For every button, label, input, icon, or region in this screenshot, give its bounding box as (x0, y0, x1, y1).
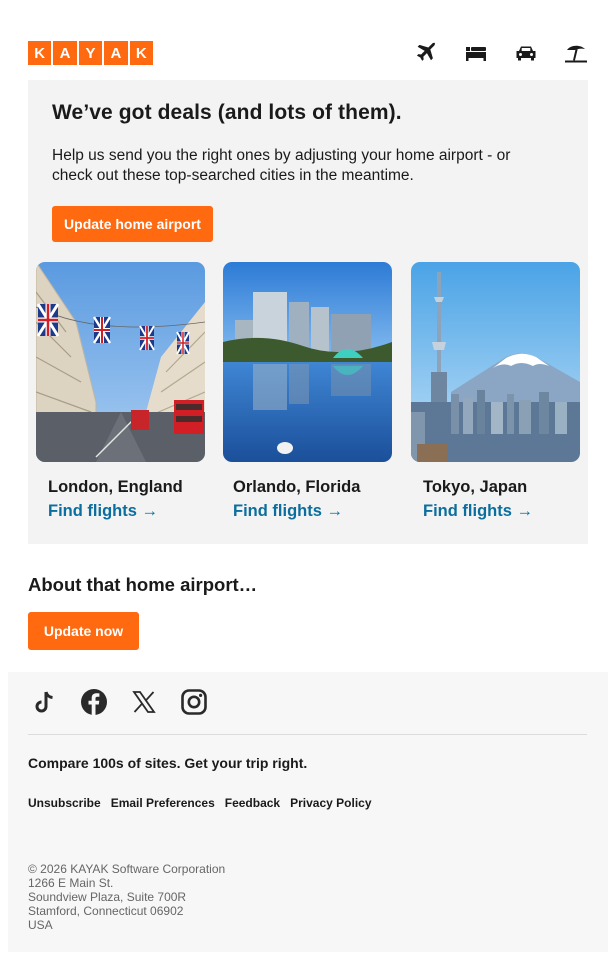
footer-divider (28, 734, 587, 735)
footer-links: Unsubscribe Email Preferences Feedback P… (28, 796, 372, 810)
find-flights-link[interactable]: Find flights → (423, 502, 533, 521)
find-flights-link[interactable]: Find flights → (233, 502, 343, 521)
cars-icon[interactable] (514, 41, 538, 65)
email-header: K A Y A K (28, 41, 588, 65)
tiktok-icon[interactable] (30, 688, 58, 716)
city-name: London, England (48, 478, 183, 496)
tokyo-photo[interactable] (411, 262, 580, 462)
logo-letter: Y (78, 41, 103, 65)
city-card-orlando[interactable]: Orlando, Florida Find flights → (223, 262, 392, 520)
city-name: Tokyo, Japan (423, 478, 528, 496)
flights-icon[interactable] (414, 41, 438, 65)
company-address: © 2026 KAYAK Software Corporation 1266 E… (28, 862, 225, 932)
logo-letter: A (53, 41, 77, 65)
deals-card: We’ve got deals (and lots of them). Help… (28, 80, 588, 544)
kayak-logo[interactable]: K A Y A K (28, 41, 153, 65)
city-card-london[interactable]: London, England Find flights → (36, 262, 205, 520)
unsubscribe-link[interactable]: Unsubscribe (28, 796, 101, 810)
nav-icons (414, 41, 588, 65)
orlando-photo[interactable] (223, 262, 392, 462)
facebook-icon[interactable] (80, 688, 108, 716)
city-card-tokyo[interactable]: Tokyo, Japan Find flights → (411, 262, 580, 520)
update-now-button[interactable]: Update now (28, 612, 139, 650)
footer-tagline: Compare 100s of sites. Get your trip rig… (28, 755, 308, 771)
deals-lead-text: Help us send you the right ones by adjus… (52, 147, 511, 184)
address-line: 1266 E Main St. (28, 876, 114, 890)
vacation-icon[interactable] (564, 41, 588, 65)
privacy-policy-link[interactable]: Privacy Policy (290, 796, 371, 810)
city-name: Orlando, Florida (233, 478, 361, 496)
email-preferences-link[interactable]: Email Preferences (111, 796, 215, 810)
logo-letter: K (28, 41, 52, 65)
find-flights-link[interactable]: Find flights → (48, 502, 158, 521)
feedback-link[interactable]: Feedback (225, 796, 280, 810)
address-line: USA (28, 918, 53, 932)
logo-letter: A (104, 41, 128, 65)
london-photo[interactable] (36, 262, 205, 462)
logo-letter: K (129, 41, 153, 65)
update-home-airport-button[interactable]: Update home airport (52, 206, 213, 242)
email-footer: Compare 100s of sites. Get your trip rig… (8, 672, 608, 952)
about-title: About that home airport… (28, 574, 258, 595)
hotels-icon[interactable] (464, 41, 488, 65)
address-line: Stamford, Connecticut 06902 (28, 904, 184, 918)
instagram-icon[interactable] (180, 688, 208, 716)
x-icon[interactable] (130, 688, 158, 716)
address-line: Soundview Plaza, Suite 700R (28, 890, 187, 904)
copyright-line: © 2026 KAYAK Software Corporation (28, 862, 226, 876)
deals-title: We’ve got deals (and lots of them). (52, 101, 402, 124)
social-links (30, 688, 208, 716)
